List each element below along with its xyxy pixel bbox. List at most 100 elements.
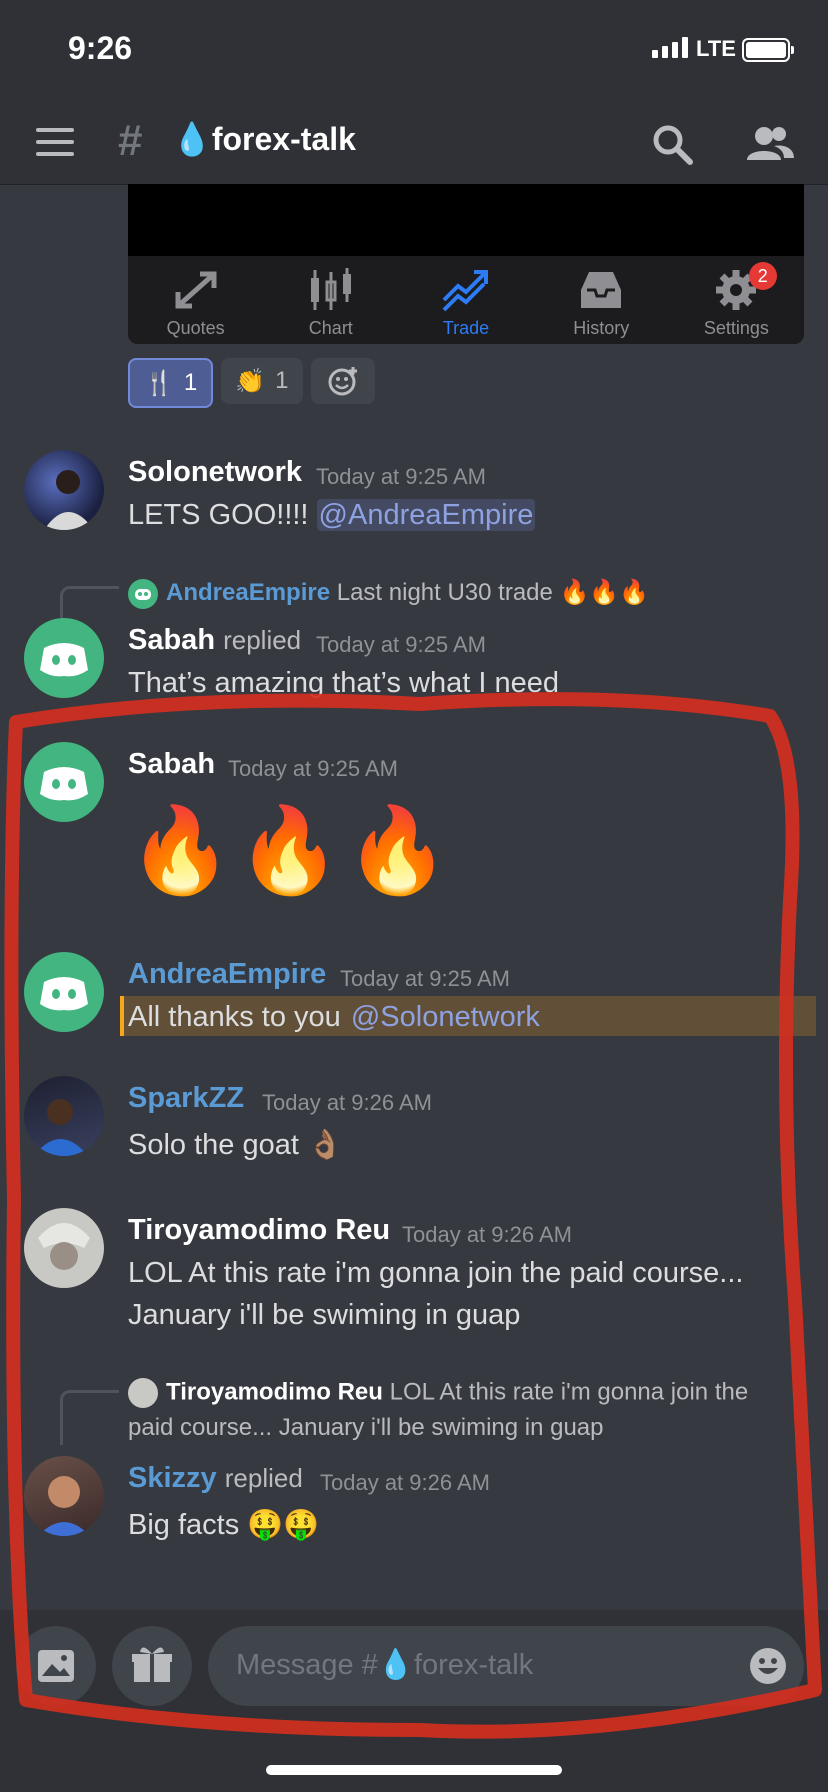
reaction-clap[interactable]: 👏 1 <box>221 358 303 404</box>
user-mention[interactable]: @AndreaEmpire <box>316 499 536 531</box>
username[interactable]: Sabah replied <box>128 624 301 657</box>
timestamp: Today at 9:26 AM <box>402 1222 572 1247</box>
gift-icon <box>132 1647 172 1682</box>
inbox-icon <box>581 272 622 308</box>
tab-label: Trade <box>442 318 490 338</box>
embed-tab-chart: Chart <box>263 256 398 344</box>
avatar[interactable] <box>24 1456 104 1536</box>
timestamp: Today at 9:25 AM <box>316 632 486 657</box>
timestamp: Today at 9:25 AM <box>316 464 486 489</box>
embed-tab-settings: 2 Settings <box>669 256 804 344</box>
channel-title: 💧forex-talk <box>172 120 356 158</box>
avatar[interactable] <box>24 450 104 530</box>
discord-logo-icon <box>40 767 88 801</box>
attach-image-button[interactable] <box>16 1626 96 1706</box>
battery-icon <box>742 38 794 62</box>
avatar[interactable] <box>24 1076 104 1156</box>
username[interactable]: AndreaEmpire <box>128 958 326 991</box>
status-time: 9:26 <box>68 30 133 66</box>
username-text: Skizzy <box>128 1462 217 1494</box>
members-icon[interactable] <box>744 120 796 168</box>
search-icon[interactable] <box>648 120 696 168</box>
reaction-count: 1 <box>275 367 289 394</box>
discord-logo-icon <box>40 977 88 1011</box>
home-indicator[interactable] <box>266 1765 562 1775</box>
tab-label: History <box>573 318 630 338</box>
reaction-emoji: 🍴 <box>144 369 174 397</box>
input-placeholder: Message #💧forex-talk <box>236 1649 534 1681</box>
message-text: That’s amazing that’s what I need <box>128 667 559 699</box>
avatar[interactable] <box>24 742 104 822</box>
embed-image[interactable]: Quotes Chart Trade History 2 Settings <box>128 184 804 344</box>
message-text: All thanks to you @Solonetwork <box>128 996 542 1038</box>
reply-avatar <box>128 578 158 609</box>
reply-author: Tiroyamodimo Reu <box>166 1378 383 1406</box>
signal-icon <box>652 36 688 58</box>
tab-label: Settings <box>703 318 769 338</box>
replied-label: replied <box>223 625 302 655</box>
text-content: All thanks to you <box>128 1001 349 1033</box>
avatar-image <box>38 1223 90 1270</box>
embed-tab-bar: Quotes Chart Trade History 2 Settings <box>128 256 804 344</box>
timestamp: Today at 9:25 AM <box>340 966 510 991</box>
avatar-image <box>34 1099 88 1156</box>
reaction-fork-knife[interactable]: 🍴 1 <box>128 358 214 408</box>
arrows-icon <box>175 271 217 309</box>
reply-text: Last night U30 trade 🔥🔥🔥 <box>336 579 650 606</box>
reply-reference[interactable]: Tiroyamodimo Reu LOL At this rate i'm go… <box>128 1378 748 1408</box>
text-content: LETS GOO!!!! <box>128 499 317 531</box>
add-reaction-button[interactable] <box>310 358 375 404</box>
reaction-count: 1 <box>183 369 198 396</box>
hash-icon: # <box>118 116 143 165</box>
username-text: Sabah <box>128 624 216 656</box>
tab-label: Chart <box>308 318 353 338</box>
username[interactable]: Solonetwork <box>128 456 302 489</box>
channel-header: # 💧forex-talk <box>0 100 828 185</box>
avatar[interactable] <box>24 952 104 1032</box>
reaction-bar: 🍴 1 👏 1 <box>128 358 375 408</box>
reply-text: LOL At this rate i'm gonna join the <box>389 1378 749 1406</box>
droplet-icon: 💧 <box>172 121 212 157</box>
timestamp: Today at 9:25 AM <box>228 756 398 781</box>
avatar-image <box>38 1476 90 1536</box>
message-composer: Message #💧forex-talk <box>0 1610 828 1724</box>
add-emoji-icon <box>328 367 357 396</box>
user-mention[interactable]: @Solonetwork <box>349 1001 542 1033</box>
jumbo-emoji: 🔥🔥🔥 <box>128 803 454 897</box>
username[interactable]: Skizzy replied <box>128 1462 303 1495</box>
reply-reference[interactable]: AndreaEmpire Last night U30 trade 🔥🔥🔥 <box>128 578 649 609</box>
embed-tab-history: History <box>534 256 669 344</box>
tab-label: Quotes <box>166 318 225 338</box>
channel-name: forex-talk <box>211 121 356 157</box>
message-text: Big facts 🤑🤑 <box>128 1509 320 1541</box>
network-type: LTE <box>696 36 736 61</box>
timestamp: Today at 9:26 AM <box>262 1090 432 1115</box>
candlestick-icon <box>310 268 351 310</box>
replied-label: replied <box>224 1463 303 1493</box>
reply-avatar <box>128 1378 158 1408</box>
message-text-line: LOL At this rate i'm gonna join the paid… <box>128 1257 744 1289</box>
timestamp: Today at 9:26 AM <box>320 1470 490 1495</box>
reply-connector <box>60 1390 119 1445</box>
emoji-picker-icon[interactable] <box>748 1646 788 1686</box>
username[interactable]: Tiroyamodimo Reu <box>128 1214 390 1247</box>
menu-icon[interactable] <box>36 126 76 158</box>
username[interactable]: Sabah <box>128 748 215 781</box>
trend-icon <box>442 270 488 312</box>
message-text-line: January i'll be swiming in guap <box>128 1299 521 1331</box>
notification-badge: 2 <box>748 262 777 290</box>
message-input[interactable]: Message #💧forex-talk <box>208 1626 804 1706</box>
gift-button[interactable] <box>112 1626 192 1706</box>
avatar[interactable] <box>24 618 104 698</box>
reply-text-line: paid course... January i'll be swiming i… <box>128 1414 604 1441</box>
message-text: LETS GOO!!!! @AndreaEmpire <box>128 494 536 536</box>
discord-logo-icon <box>40 643 88 677</box>
embed-tab-trade: Trade <box>398 256 533 344</box>
reply-author: AndreaEmpire <box>166 579 331 606</box>
image-icon <box>38 1650 74 1682</box>
home-indicator-area <box>0 1724 828 1792</box>
message-text: Solo the goat 👌🏽 <box>128 1129 344 1161</box>
avatar[interactable] <box>24 1208 104 1288</box>
username[interactable]: SparkZZ <box>128 1082 244 1115</box>
avatar-image <box>44 470 94 530</box>
